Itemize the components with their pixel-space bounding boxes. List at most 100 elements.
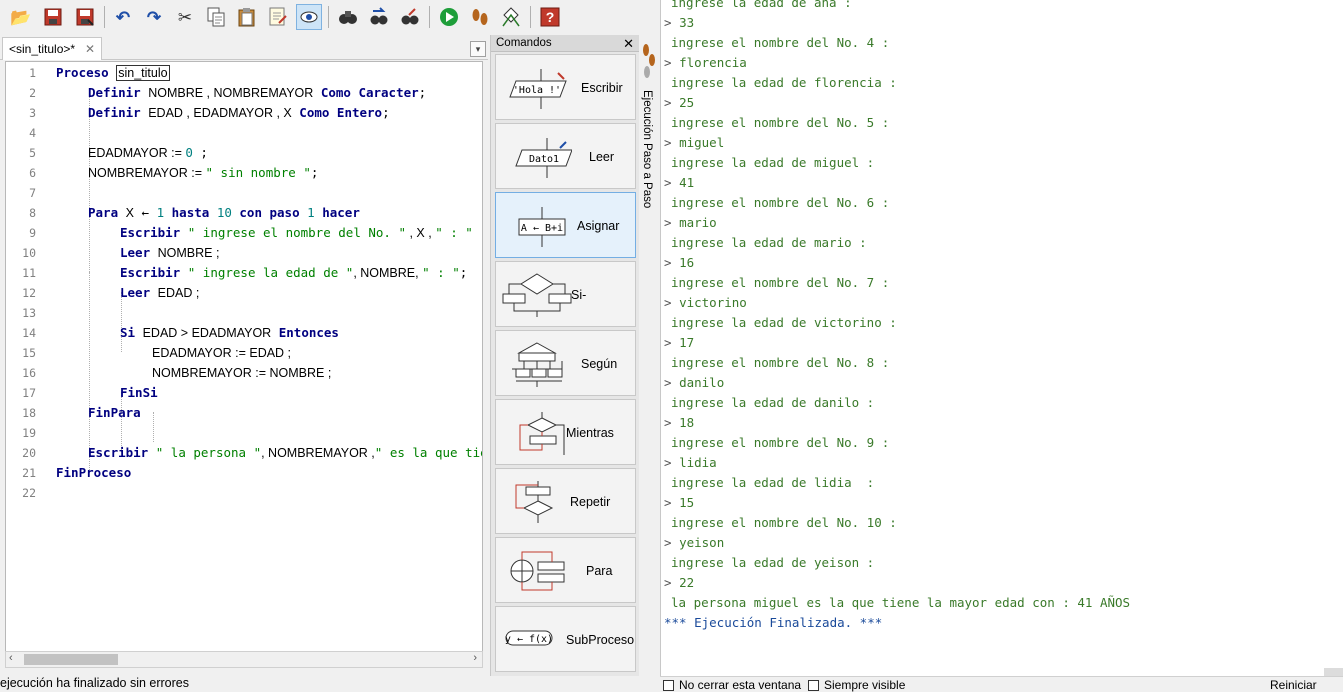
console-input-line: > 18: [664, 413, 694, 433]
segun-icon: [512, 342, 563, 387]
console-scrollbar[interactable]: [1324, 668, 1343, 676]
replace-icon[interactable]: [397, 4, 423, 30]
redo-icon[interactable]: ↷: [141, 4, 167, 30]
console-output-line: la persona miguel es la que tiene la may…: [671, 595, 1131, 610]
no-cerrar-checkbox[interactable]: [663, 680, 674, 691]
console-input-line: > 25: [664, 93, 694, 113]
copy-icon[interactable]: [203, 4, 229, 30]
console-input-value: 41: [679, 175, 695, 190]
chevron-left-icon[interactable]: ‹: [9, 652, 13, 664]
console-prompt: >: [664, 575, 680, 590]
console-prompt: >: [664, 15, 680, 30]
console-footer: No cerrar esta ventana Siempre visible R…: [660, 676, 1343, 692]
save-icon[interactable]: [40, 4, 66, 30]
code-line: 9 Escribir " ingrese el nombre del No. " …: [29, 225, 473, 240]
close-icon[interactable]: ✕: [623, 35, 634, 52]
code-line: 1 Proceso sin_titulo: [29, 65, 170, 81]
view-icon[interactable]: [296, 4, 322, 30]
horizontal-scrollbar[interactable]: ‹ ›: [5, 651, 483, 668]
command-para[interactable]: Para: [495, 537, 636, 603]
cut-icon[interactable]: ✂: [172, 4, 198, 30]
code-line: 7: [29, 186, 36, 200]
console-input-line: > victorino: [664, 293, 747, 313]
console-prompt: >: [664, 455, 680, 470]
scroll-thumb[interactable]: [24, 654, 118, 665]
command-subproceso[interactable]: y ← f(x) SubProceso: [495, 606, 636, 672]
chevron-down-icon[interactable]: ▾: [470, 41, 486, 57]
help-icon[interactable]: ?: [537, 4, 563, 30]
console-output-line: *** Ejecución Finalizada. ***: [664, 615, 883, 630]
console-prompt: >: [664, 95, 680, 110]
siempre-visible-checkbox[interactable]: [808, 680, 819, 691]
console-output-line: ingrese la edad de miguel :: [671, 155, 875, 170]
command-escribir[interactable]: 'Hola !' Escribir: [495, 54, 636, 120]
code-editor[interactable]: 1 Proceso sin_titulo 2 Definir NOMBRE , NO…: [5, 61, 483, 652]
escribir-icon: 'Hola !': [509, 69, 567, 109]
command-segun[interactable]: Según: [495, 330, 636, 396]
console-input-value: 25: [679, 95, 695, 110]
find-next-icon[interactable]: [366, 4, 392, 30]
asignar-icon: A ← B+i: [518, 207, 566, 247]
console-output-line: ingrese el nombre del No. 8 :: [671, 355, 890, 370]
console-input-line: > 22: [664, 573, 694, 593]
siempre-visible-label: Siempre visible: [824, 678, 906, 692]
console-output-line: ingrese el nombre del No. 5 :: [671, 115, 890, 130]
reiniciar-button[interactable]: Reiniciar: [1270, 678, 1317, 692]
code-line: 2 Definir NOMBRE , NOMBREMAYOR Como Carac…: [29, 85, 427, 100]
open-icon[interactable]: 📂: [8, 4, 34, 30]
console-prompt: >: [664, 295, 680, 310]
save-as-icon[interactable]: [72, 4, 98, 30]
command-repetir[interactable]: Repetir: [495, 468, 636, 534]
flowchart-icon[interactable]: [498, 4, 524, 30]
code-line: 17 FinSi: [22, 385, 158, 400]
console-input-value: florencia: [679, 55, 747, 70]
svg-text:?: ?: [546, 9, 555, 25]
console-prompt: >: [664, 215, 680, 230]
code-line: 8 Para X ← 1 hasta 10 con paso 1 hacer: [29, 205, 360, 220]
console-output-line: ingrese el nombre del No. 6 :: [671, 195, 890, 210]
command-asignar[interactable]: A ← B+i Asignar: [495, 192, 636, 258]
step-icon[interactable]: [467, 4, 493, 30]
code-line: 22: [22, 486, 36, 500]
undo-icon[interactable]: ↶: [110, 4, 136, 30]
console-output[interactable]: ingrese la edad de ana : > 33 ingrese el n…: [660, 0, 1343, 676]
code-line: 4: [29, 126, 36, 140]
mientras-icon: [519, 412, 565, 455]
para-icon: [510, 551, 565, 591]
console-output-line: ingrese el nombre del No. 10 :: [671, 515, 897, 530]
paste-icon[interactable]: [234, 4, 260, 30]
console-output-line: ingrese la edad de mario :: [671, 235, 867, 250]
console-input-value: 22: [679, 575, 695, 590]
command-mientras[interactable]: Mientras: [495, 399, 636, 465]
command-leer[interactable]: Dato1 Leer: [495, 123, 636, 189]
code-line: 20 Escribir " la persona ", NOMBREMAYOR ,…: [22, 445, 482, 460]
subproceso-icon: y ← f(x): [505, 630, 553, 646]
console-input-line: > 33: [664, 13, 694, 33]
code-line: 15 EDADMAYOR := EDAD ;: [22, 346, 292, 360]
edit-icon[interactable]: [265, 4, 291, 30]
console-input-value: 18: [679, 415, 695, 430]
repetir-icon: [515, 481, 554, 523]
console-input-value: 17: [679, 335, 695, 350]
tab-sin-titulo[interactable]: <sin_titulo>* ✕: [2, 37, 103, 60]
console-prompt: >: [664, 415, 680, 430]
run-icon[interactable]: [436, 4, 462, 30]
close-icon[interactable]: ✕: [85, 42, 95, 56]
code-line: 12 Leer EDAD ;: [22, 285, 200, 300]
code-line: 19: [22, 426, 36, 440]
console-input-line: > 17: [664, 333, 694, 353]
leer-icon: Dato1: [515, 138, 572, 178]
console-input-value: 33: [679, 15, 695, 30]
code-line: 10 Leer NOMBRE ;: [22, 245, 220, 260]
console-input-value: victorino: [679, 295, 747, 310]
chevron-right-icon[interactable]: ›: [473, 652, 477, 664]
step-by-step-tab[interactable]: Ejecución Paso a Paso: [639, 40, 659, 240]
console-input-value: 16: [679, 255, 695, 270]
console-input-line: > lidia: [664, 453, 717, 473]
svg-text:A ← B+i: A ← B+i: [521, 223, 563, 234]
command-si-entonces[interactable]: Si-Entonces: [495, 261, 636, 368]
console-output-line: ingrese la edad de ana :: [671, 0, 852, 10]
find-icon[interactable]: [335, 4, 361, 30]
console-input-line: > 41: [664, 173, 694, 193]
console-input-line: > 16: [664, 253, 694, 273]
